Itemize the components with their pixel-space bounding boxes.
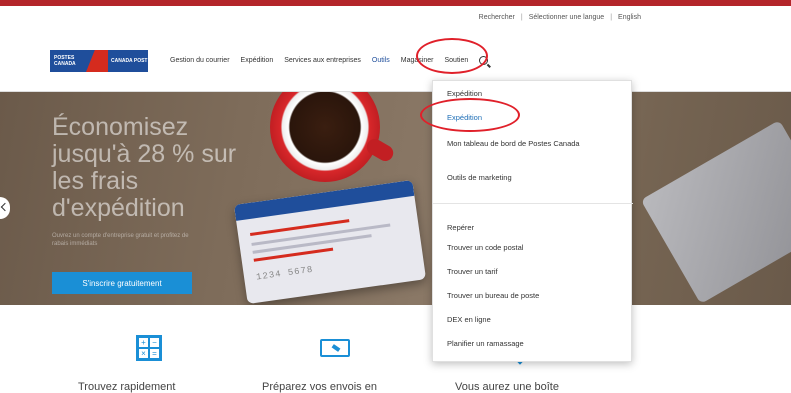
feature-text-3: Vous aurez une boîte — [455, 381, 559, 393]
nav-item-outils[interactable]: Outils — [372, 57, 390, 64]
calculator-times-glyph: × — [138, 348, 149, 359]
dropdown-item-outils-marketing[interactable]: Outils de marketing — [447, 173, 622, 183]
top-accent-bar — [0, 0, 791, 6]
dropdown-item-bureau-poste[interactable]: Trouver un bureau de poste — [447, 291, 622, 301]
outils-dropdown-menu: Expédition Expédition Mon tableau de bor… — [432, 80, 633, 362]
nav-item-soutien[interactable]: Soutien — [444, 57, 468, 64]
utility-bar: Rechercher | Sélectionner une langue | E… — [479, 14, 641, 21]
dropdown-item-tableau-de-bord[interactable]: Mon tableau de bord de Postes Canada — [447, 139, 622, 149]
dropdown-item-code-postal[interactable]: Trouver un code postal — [447, 243, 622, 253]
calculator-icon: + − × = — [136, 335, 162, 361]
utility-separator: | — [520, 14, 523, 21]
dropdown-item-ramassage[interactable]: Planifier un ramassage — [447, 339, 622, 349]
calculator-minus-glyph: − — [149, 337, 160, 348]
card-header-band — [233, 179, 415, 221]
business-card-image: 1234 5678 — [233, 179, 427, 305]
dropdown-item-dex-en-ligne[interactable]: DEX en ligne — [447, 315, 622, 325]
utility-english-link[interactable]: English — [618, 14, 641, 21]
canada-post-logo[interactable]: POSTES CANADA CANADA POST — [50, 50, 148, 72]
nav-item-services-entreprises[interactable]: Services aux entreprises — [284, 57, 361, 64]
dropdown-item-expedition-heading[interactable]: Expédition — [447, 89, 622, 99]
carousel-prev-arrow-icon[interactable] — [0, 197, 10, 219]
dropdown-item-expedition[interactable]: Expédition — [447, 113, 622, 123]
utility-search-link[interactable]: Rechercher — [479, 14, 515, 21]
monitor-icon — [320, 339, 350, 357]
laptop-image — [640, 120, 791, 304]
hero-banner: 1234 5678 Économisez jusqu'à 28 % sur le… — [0, 92, 791, 305]
hero-headline: Économisez jusqu'à 28 % sur les frais d'… — [52, 113, 237, 222]
coffee-cup-image — [270, 92, 380, 182]
features-section: + − × = Trouvez rapidement Préparez vos … — [0, 305, 791, 393]
logo-text-fr: POSTES CANADA — [54, 55, 76, 67]
nav-item-expedition[interactable]: Expédition — [241, 57, 274, 64]
logo-text-en: CANADA POST — [111, 58, 148, 64]
signup-free-button[interactable]: S'inscrire gratuitement — [52, 272, 192, 294]
feature-text-2: Préparez vos envois en — [262, 381, 377, 393]
feature-text-1: Trouvez rapidement — [78, 381, 176, 393]
utility-language-link[interactable]: Sélectionner une langue — [529, 14, 605, 21]
nav-item-magasiner[interactable]: Magasiner — [401, 57, 434, 64]
calculator-equals-glyph: = — [149, 348, 160, 359]
calculator-plus-glyph: + — [138, 337, 149, 348]
card-number: 1234 5678 — [255, 264, 314, 283]
dropdown-section-reperer: Repérer — [447, 223, 475, 232]
site-header: POSTES CANADA CANADA POST Gestion du cou… — [0, 30, 791, 92]
dropdown-divider — [433, 203, 633, 204]
logo-mark-icon — [86, 50, 108, 72]
dropdown-item-tarif[interactable]: Trouver un tarif — [447, 267, 622, 277]
main-nav: Gestion du courrier Expédition Services … — [170, 56, 489, 65]
nav-item-gestion-courrier[interactable]: Gestion du courrier — [170, 57, 230, 64]
utility-separator: | — [610, 14, 613, 21]
search-icon[interactable] — [479, 56, 489, 65]
hero-subtext: Ouvrez un compte d'entreprise gratuit et… — [52, 233, 189, 247]
